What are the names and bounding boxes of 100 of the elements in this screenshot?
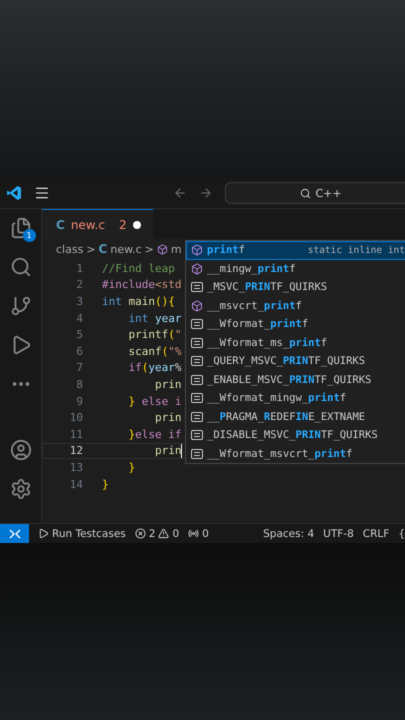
breadcrumb-item[interactable]: new.c <box>110 242 142 256</box>
c-file-icon: C <box>98 242 108 256</box>
cube-icon <box>156 244 168 254</box>
chevron-icon: > <box>86 242 96 256</box>
line-number: 3 <box>75 294 84 308</box>
suggestion-item[interactable]: _DISABLE_MSVC_PRINTF_QUIRKS <box>186 426 405 444</box>
line-number: 2 <box>75 278 84 292</box>
chevron-icon: > <box>144 242 154 256</box>
code-line: } <box>127 460 136 474</box>
count-badge: 1 <box>22 229 36 242</box>
suggestion-label: _DISABLE_MSVC_PRINTF_QUIRKS <box>207 429 378 442</box>
run-testcases-button[interactable]: Run Testcases <box>38 528 126 540</box>
encoding-button[interactable]: UTF-8 <box>323 528 354 540</box>
line-number: 8 <box>75 378 84 391</box>
editor-tab[interactable]: C new.c 2 <box>42 209 153 239</box>
suggestion-item[interactable]: __msvcrt_printf <box>186 296 405 315</box>
indentation-button[interactable]: Spaces: 4 <box>263 528 314 540</box>
suggestion-item[interactable]: __mingw_printf <box>186 260 405 278</box>
code-line: prin <box>154 378 182 391</box>
play-icon <box>38 528 49 539</box>
branch-icon[interactable] <box>10 295 32 317</box>
problem-count: 2 <box>118 218 127 232</box>
menu-icon[interactable] <box>34 185 50 201</box>
code-line: } else i <box>127 394 182 408</box>
remote-button[interactable] <box>0 524 29 543</box>
code-line: prin <box>154 411 182 424</box>
suggestion-item[interactable]: __Wformat_mingw_printf <box>186 389 405 408</box>
line-number: 10 <box>68 411 84 424</box>
back-icon[interactable] <box>173 186 187 200</box>
line-number: 6 <box>75 344 84 358</box>
code-line: if(year% <box>127 361 182 374</box>
line-number: 7 <box>75 361 84 374</box>
suggestion-label: __msvcrt_printf <box>207 300 302 312</box>
line-number: 14 <box>68 478 84 491</box>
line-number: 1 <box>75 262 84 275</box>
line-number: 4 <box>75 312 84 325</box>
ports-button[interactable]: 0 <box>188 528 209 540</box>
c-file-icon: C <box>56 218 65 232</box>
lines-icon <box>191 282 203 292</box>
suggestion-item[interactable]: _ENABLE_MSVC_PRINTF_QUIRKS <box>186 370 405 389</box>
problems-button[interactable]: 2 0 <box>134 528 180 540</box>
breadcrumb-item[interactable]: class <box>56 242 84 256</box>
suggestion-label: _ENABLE_MSVC_PRINTF_QUIRKS <box>207 374 372 386</box>
lines-icon <box>191 374 203 385</box>
line-number: 12 <box>68 444 84 458</box>
suggestion-detail: static inline int <box>308 244 405 256</box>
code-line: int year <box>127 312 182 325</box>
code-line: #include<std <box>102 278 182 292</box>
code-line: }else if <box>127 428 182 441</box>
suggestion-item[interactable]: __Wformat_ms_printf <box>186 334 405 352</box>
line-number: 9 <box>75 394 84 408</box>
remote-icon <box>8 528 20 538</box>
suggestion-label: __Wformat_msvcrt_printf <box>207 448 352 460</box>
lines-icon <box>191 393 203 404</box>
lines-icon <box>191 356 203 366</box>
line-number: 11 <box>68 428 84 441</box>
error-icon <box>134 528 146 539</box>
suggestion-item[interactable]: __Wformat_printf <box>186 315 405 334</box>
suggestion-label: __PRAGMA_REDEFINE_EXTNAME <box>207 410 366 423</box>
language-button[interactable]: { <box>398 528 405 540</box>
search-field[interactable]: C++ <box>225 182 405 204</box>
suggestion-item[interactable]: _MSVC_PRINTF_QUIRKS <box>186 278 405 296</box>
antenna-icon <box>188 528 200 539</box>
suggestion-label: __Wformat_mingw_printf <box>207 392 346 404</box>
code-line: } <box>102 478 109 491</box>
account-icon[interactable] <box>10 439 32 461</box>
code-line: printf(" <box>127 328 182 342</box>
line-number: 5 <box>75 328 84 342</box>
breadcrumb-item[interactable]: m <box>170 242 182 256</box>
settings-icon[interactable] <box>10 478 32 500</box>
text-cursor <box>181 444 182 458</box>
forward-icon[interactable] <box>199 186 213 200</box>
tab-title: new.c <box>70 218 105 232</box>
app-logo-icon <box>6 185 22 201</box>
cube-icon <box>191 262 203 275</box>
lines-icon <box>191 430 203 440</box>
search-icon <box>300 188 312 198</box>
suggestion-label: _MSVC_PRINTF_QUIRKS <box>207 281 328 294</box>
suggestion-item[interactable]: __PRAGMA_REDEFINE_EXTNAME <box>186 408 405 426</box>
suggestion-item[interactable]: _QUERY_MSVC_PRINTF_QUIRKS <box>186 352 405 370</box>
search-icon[interactable] <box>10 256 32 278</box>
lines-icon <box>191 412 203 422</box>
lines-icon <box>191 319 203 330</box>
suggestion-label: _QUERY_MSVC_PRINTF_QUIRKS <box>207 355 366 368</box>
suggestion-item[interactable]: printf static inline int <box>186 241 405 260</box>
suggestion-label: __Wformat_printf <box>207 318 308 330</box>
suggestion-label: __mingw_printf <box>207 262 296 275</box>
suggestion-label: printf <box>207 244 245 256</box>
suggestion-label: __Wformat_ms_printf <box>207 336 328 349</box>
cube-icon <box>191 244 203 256</box>
code-line: prin <box>154 444 182 458</box>
line-number: 13 <box>68 460 84 474</box>
suggestion-item[interactable]: __Wformat_msvcrt_printf <box>186 444 405 463</box>
code-line: //Find leap <box>102 262 175 275</box>
cube-icon <box>191 300 203 312</box>
code-line: int main(){ <box>102 294 175 308</box>
line-ending-button[interactable]: CRLF <box>362 528 390 540</box>
lines-icon <box>191 448 203 459</box>
code-line: scanf("% <box>127 344 182 358</box>
search-text: C++ <box>315 186 342 200</box>
